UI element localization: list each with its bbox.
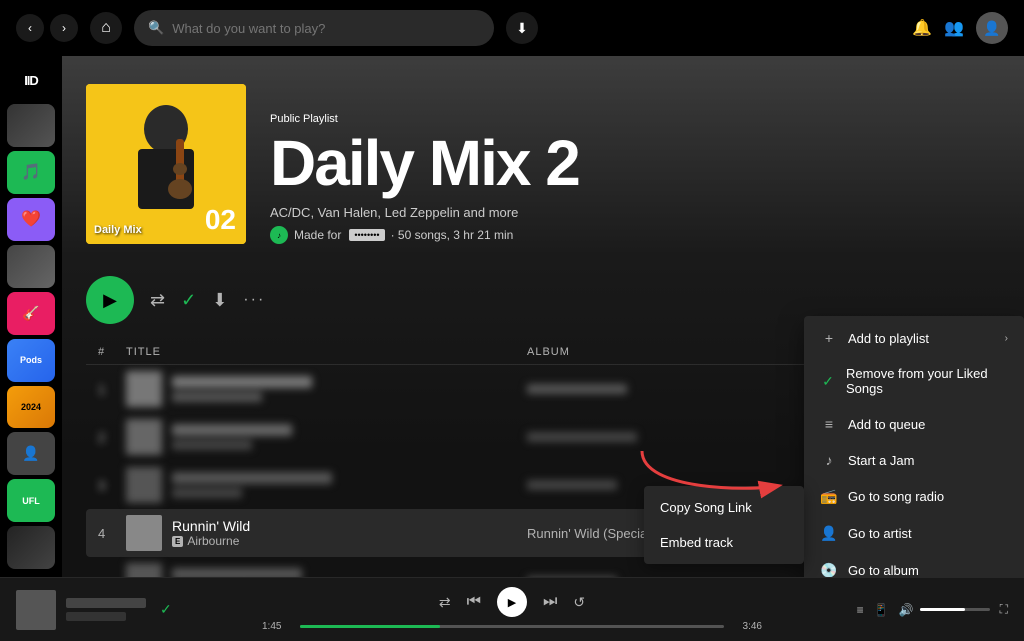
track-name: Runnin' Wild [172,518,250,534]
sidebar-item-3[interactable]: ❤️ [7,198,55,241]
play-icon: ▶ [103,290,117,311]
avatar[interactable]: 👤 [976,12,1008,44]
sidebar-logo: IID [7,64,55,96]
player-time-current: 1:45 [262,621,292,632]
home-button[interactable]: ⌂ [90,12,122,44]
player-liked-icon[interactable]: ✓ [160,601,172,618]
menu-item-go-artist[interactable]: 👤 Go to artist [804,515,1024,552]
player-progress: 1:45 3:46 [262,621,762,632]
player-left: ✓ [16,590,216,630]
menu-item-song-radio[interactable]: 📻 Go to song radio [804,478,1024,515]
add-icon: + [820,330,838,346]
menu-item-remove-liked[interactable]: ✓ Remove from your Liked Songs [804,356,1024,406]
sidebar-item-7[interactable]: 2024 [7,386,55,429]
player-track-name [66,598,146,608]
top-nav: ‹ › ⌂ 🔍 ⬇ 🔔 👥 👤 [0,0,1024,56]
search-icon: 🔍 [148,20,164,36]
player-right: ≡ 📱 🔊 ⛶ [808,602,1008,617]
menu-item-add-to-playlist[interactable]: + Add to playlist › [804,320,1024,356]
play-button[interactable]: ▶ [86,276,134,324]
menu-item-start-jam[interactable]: ♪ Start a Jam [804,442,1024,478]
player-center: ⇄ ⏮ ▶ ⏭ ↺ 1:45 3:46 [228,587,796,632]
search-input[interactable] [172,21,480,36]
playlist-header: Daily Mix 02 Public Playlist Daily Mix 2… [62,56,1024,264]
player-shuffle-button[interactable]: ⇄ [439,594,451,611]
nav-right: 🔔 👥 👤 [912,12,1008,44]
playlist-artists: AC/DC, Van Halen, Led Zeppelin and more [270,205,1000,220]
back-button[interactable]: ‹ [16,14,44,42]
progress-fill [300,625,440,628]
player-queue-icon[interactable]: ≡ [857,603,864,617]
jam-icon: ♪ [820,452,838,468]
menu-item-add-queue[interactable]: ≡ Add to queue [804,406,1024,442]
progress-bar[interactable] [300,625,724,628]
sidebar-item-4[interactable] [7,245,55,288]
player-artist [66,612,126,621]
player-volume: 🔊 [899,603,990,617]
player-devices-icon[interactable]: 📱 [874,603,889,617]
submenu-item-embed-track[interactable]: Embed track [644,525,804,560]
check-icon: ✓ [820,373,836,390]
player-controls: ⇄ ⏮ ▶ ⏭ ↺ [439,587,585,617]
bell-icon[interactable]: 🔔 [912,18,932,38]
sidebar-item-10[interactable] [7,526,55,569]
player-thumb [16,590,56,630]
vol-bar[interactable] [920,608,990,611]
submenu-item-copy-link[interactable]: Copy Song Link [644,490,804,525]
arrow-icon: › [1005,333,1008,344]
playlist-cover: Daily Mix 02 [86,84,246,244]
sidebar: IID 🎵 ❤️ 🎸 Pods 2024 👤 UFL [0,56,62,577]
cover-label: Daily Mix [94,224,142,236]
search-bar[interactable]: 🔍 [134,10,494,46]
liked-button[interactable]: ✓ [181,290,196,311]
content-area: Daily Mix 02 Public Playlist Daily Mix 2… [62,56,1024,577]
player-next-button[interactable]: ⏭ [543,593,557,611]
submenu-popup: Copy Song Link Embed track [644,486,804,564]
cover-num: 02 [205,204,236,236]
playlist-type: Public Playlist [270,113,1000,125]
install-icon: ⬇ [516,20,528,37]
player-play-button[interactable]: ▶ [497,587,527,617]
install-button[interactable]: ⬇ [506,12,538,44]
player-time-total: 3:46 [732,621,762,632]
playlist-title: Daily Mix 2 [270,131,1000,195]
nav-arrows: ‹ › [16,14,78,42]
album-icon: 💿 [820,562,838,577]
playlist-info: Public Playlist Daily Mix 2 AC/DC, Van H… [270,113,1000,244]
sidebar-item-9[interactable]: UFL [7,479,55,522]
player-vol-icon[interactable]: 🔊 [899,603,914,617]
sidebar-item-5[interactable]: 🎸 [7,292,55,335]
more-button[interactable]: ··· [243,291,265,309]
sidebar-item-6[interactable]: Pods [7,339,55,382]
sidebar-item-8[interactable]: 👤 [7,432,55,475]
shuffle-button[interactable]: ⇄ [150,290,165,311]
home-icon: ⌂ [101,19,111,37]
main-layout: IID 🎵 ❤️ 🎸 Pods 2024 👤 UFL [0,56,1024,577]
queue-icon: ≡ [820,416,838,432]
menu-item-go-album[interactable]: 💿 Go to album [804,552,1024,577]
spotify-dot: ♪ [270,226,288,244]
download-button[interactable]: ⬇ [212,290,227,311]
sidebar-item-1[interactable] [7,104,55,147]
player-prev-button[interactable]: ⏮ [467,593,481,611]
vol-fill [920,608,966,611]
player-repeat-button[interactable]: ↺ [573,594,585,611]
users-icon[interactable]: 👥 [944,18,964,38]
sidebar-item-2[interactable]: 🎵 [7,151,55,194]
player-fullscreen-icon[interactable]: ⛶ [1000,602,1008,617]
bottom-player: ✓ ⇄ ⏮ ▶ ⏭ ↺ 1:45 3:46 ≡ 📱 🔊 ⛶ [0,577,1024,641]
artist-icon: 👤 [820,525,838,542]
explicit-badge: E [172,536,183,547]
context-menu: + Add to playlist › ✓ Remove from your L… [804,316,1024,577]
forward-button[interactable]: › [50,14,78,42]
radio-icon: 📻 [820,488,838,505]
playlist-meta: ♪ Made for •••••••• · 50 songs, 3 hr 21 … [270,226,1000,244]
